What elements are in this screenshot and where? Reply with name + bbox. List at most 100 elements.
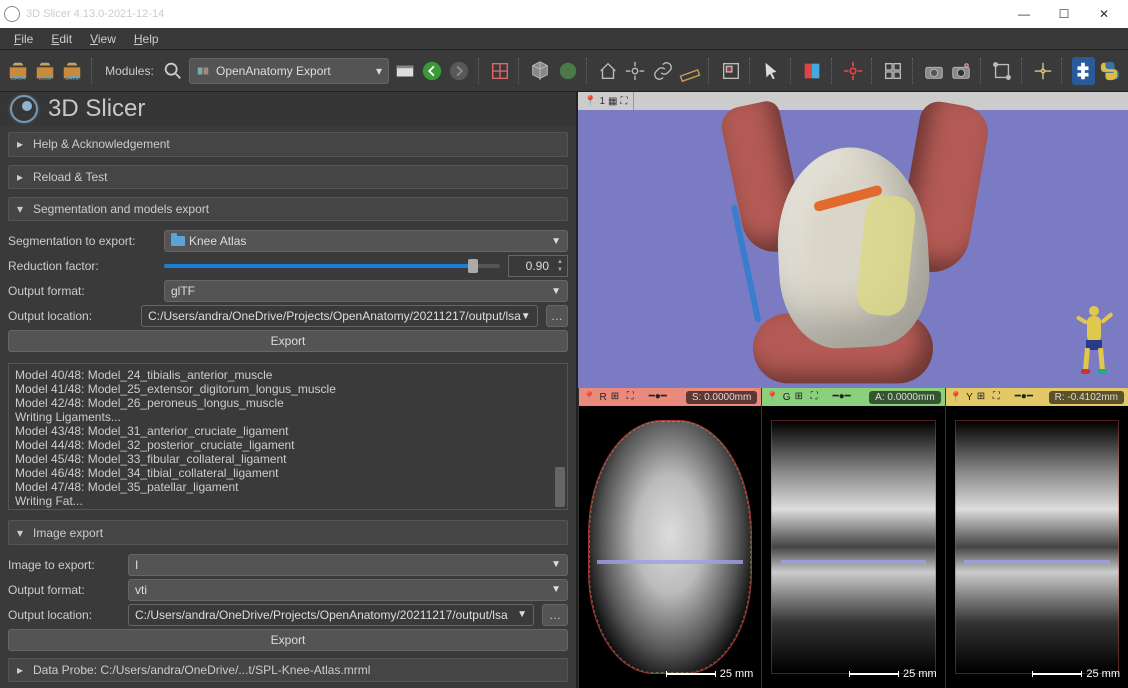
3d-view[interactable] [578,110,1128,388]
orientation-marker [1074,304,1114,374]
coronal-mri-image [771,420,935,674]
log-line: Model 44/48: Model_32_posterior_cruciate… [15,438,561,452]
layout-icon[interactable] [488,57,511,85]
log-line: Model 45/48: Model_33_fibular_collateral… [15,452,561,466]
menu-file[interactable]: File [6,30,41,48]
camera-icon[interactable] [922,57,945,85]
crosshair-icon[interactable] [624,57,647,85]
module-selector[interactable]: OpenAnatomy Export ▾ [189,58,389,84]
seg-export-button[interactable]: Export [8,330,568,352]
screenshot-icon[interactable] [719,57,742,85]
slice-green-header[interactable]: 📍G ⊞⛶ ━●━ A: 0.0000mm [762,388,944,406]
seg-output-format-select[interactable]: glTF ▼ [164,280,568,302]
log-line: Model 43/48: Model_31_anterior_cruciate_… [15,424,561,438]
img-output-location-select[interactable]: C:/Users/andra/OneDrive/Projects/OpenAna… [128,604,534,626]
window-level-icon[interactable] [800,57,823,85]
menu-bar: File Edit View Help [0,28,1128,50]
chevron-down-icon: ▼ [551,559,561,570]
cube-icon[interactable] [529,57,552,85]
chevron-right-icon: ▸ [17,137,27,151]
python-icon[interactable] [1099,57,1122,85]
section-segmentation-export[interactable]: ▾ Segmentation and models export [8,197,568,221]
view-tab-1[interactable]: 📍 1 ▦ ⛶ [578,92,634,110]
pin-icon: 📍 [584,96,596,107]
svg-text:DCM: DCM [39,76,52,82]
load-dicom-icon[interactable]: DCM [33,57,56,85]
slice-red-header[interactable]: 📍R ⊞⛶ ━●━ S: 0.0000mm [579,388,761,406]
img-export-button[interactable]: Export [8,629,568,651]
log-line: Writing Fat... [15,494,561,508]
slicer-header: 3D Slicer [0,92,576,126]
seg-output-location-select[interactable]: C:/Users/andra/OneDrive/Projects/OpenAna… [141,305,538,327]
scale-bar: 25 mm [1032,668,1120,680]
ruler-icon[interactable] [678,57,701,85]
menu-view[interactable]: View [82,30,124,48]
browse-button[interactable]: … [542,604,568,626]
transform-icon[interactable] [990,57,1013,85]
img-output-format-select[interactable]: vti ▼ [128,579,568,601]
toolbar-divider [790,58,793,84]
modules-label: Modules: [105,64,154,78]
expand-icon: ⛶ [620,96,627,107]
segmentation-to-export-select[interactable]: Knee Atlas ▼ [164,230,568,252]
slicer-title: 3D Slicer [48,95,145,123]
viewer-area: 📍 1 ▦ ⛶ [578,92,1128,688]
scale-bar: 25 mm [849,668,937,680]
image-to-export-label: Image to export: [8,558,120,572]
log-line: Model 48/48: Model_9_infrapatellar_fat_b… [15,508,561,510]
search-module-icon[interactable] [162,57,185,85]
pointer-icon[interactable] [760,57,783,85]
chevron-down-icon: ▾ [17,202,27,216]
link-icon[interactable] [651,57,674,85]
slice-yellow-view[interactable]: 25 mm [946,406,1128,688]
sphere-icon[interactable] [556,57,579,85]
menu-edit[interactable]: Edit [43,30,80,48]
section-reload[interactable]: ▸ Reload & Test [8,165,568,189]
home-icon[interactable] [597,57,620,85]
log-scrollbar[interactable] [553,364,567,509]
slice-yellow-header[interactable]: 📍Y ⊞⛶ ━●━ R: -0.4102mm [946,388,1128,406]
capture-icon[interactable] [950,57,973,85]
section-image-export[interactable]: ▾ Image export [8,520,568,544]
chevron-down-icon: ▼ [551,584,561,595]
chevron-down-icon: ▼ [521,311,531,322]
chevron-right-icon: ▸ [17,663,27,677]
forward-icon[interactable] [447,57,470,85]
browse-button[interactable]: … [546,305,568,327]
extensions-icon[interactable] [1072,57,1095,85]
img-output-location-label: Output location: [8,608,120,622]
slice-yellow-value: R: -0.4102mm [1049,391,1124,404]
markup-point-icon[interactable] [841,57,864,85]
window-titlebar: 3D Slicer 4.13.0-2021-12-14 — ☐ ✕ [0,0,1128,28]
module-options-icon[interactable] [393,57,416,85]
image-to-export-select[interactable]: I ▼ [128,554,568,576]
log-line: Model 47/48: Model_35_patellar_ligament [15,480,561,494]
reduction-factor-spinbox[interactable]: ▲▼ [508,255,568,277]
svg-text:DATA: DATA [11,76,25,82]
reduction-factor-slider[interactable] [164,264,500,268]
save-icon[interactable]: SAVE [60,57,83,85]
close-button[interactable]: ✕ [1084,0,1124,28]
img-output-format-label: Output format: [8,583,120,597]
chevron-down-icon: ▾ [17,526,27,540]
log-line: Writing Ligaments... [15,410,561,424]
crosshairs-multi-icon[interactable] [1031,57,1054,85]
back-icon[interactable] [420,57,443,85]
slice-green-view[interactable]: 25 mm [762,406,944,688]
visibility-icon[interactable] [882,57,905,85]
slicer-logo-icon [10,95,38,123]
slice-red-view[interactable]: 25 mm [579,406,761,688]
section-data-probe[interactable]: ▸ Data Probe: C:/Users/andra/OneDrive/..… [8,658,568,682]
toolbar-divider [912,58,915,84]
minimize-button[interactable]: — [1004,0,1044,28]
section-help[interactable]: ▸ Help & Acknowledgement [8,132,568,156]
slice-red-value: S: 0.0000mm [686,391,757,404]
menu-help[interactable]: Help [126,30,167,48]
folder-icon [171,236,185,246]
chevron-down-icon: ▼ [517,609,527,620]
toolbar-divider [871,58,874,84]
load-data-icon[interactable]: DATA [6,57,29,85]
scale-bar: 25 mm [666,668,754,680]
maximize-button[interactable]: ☐ [1044,0,1084,28]
toolbar-divider [749,58,752,84]
